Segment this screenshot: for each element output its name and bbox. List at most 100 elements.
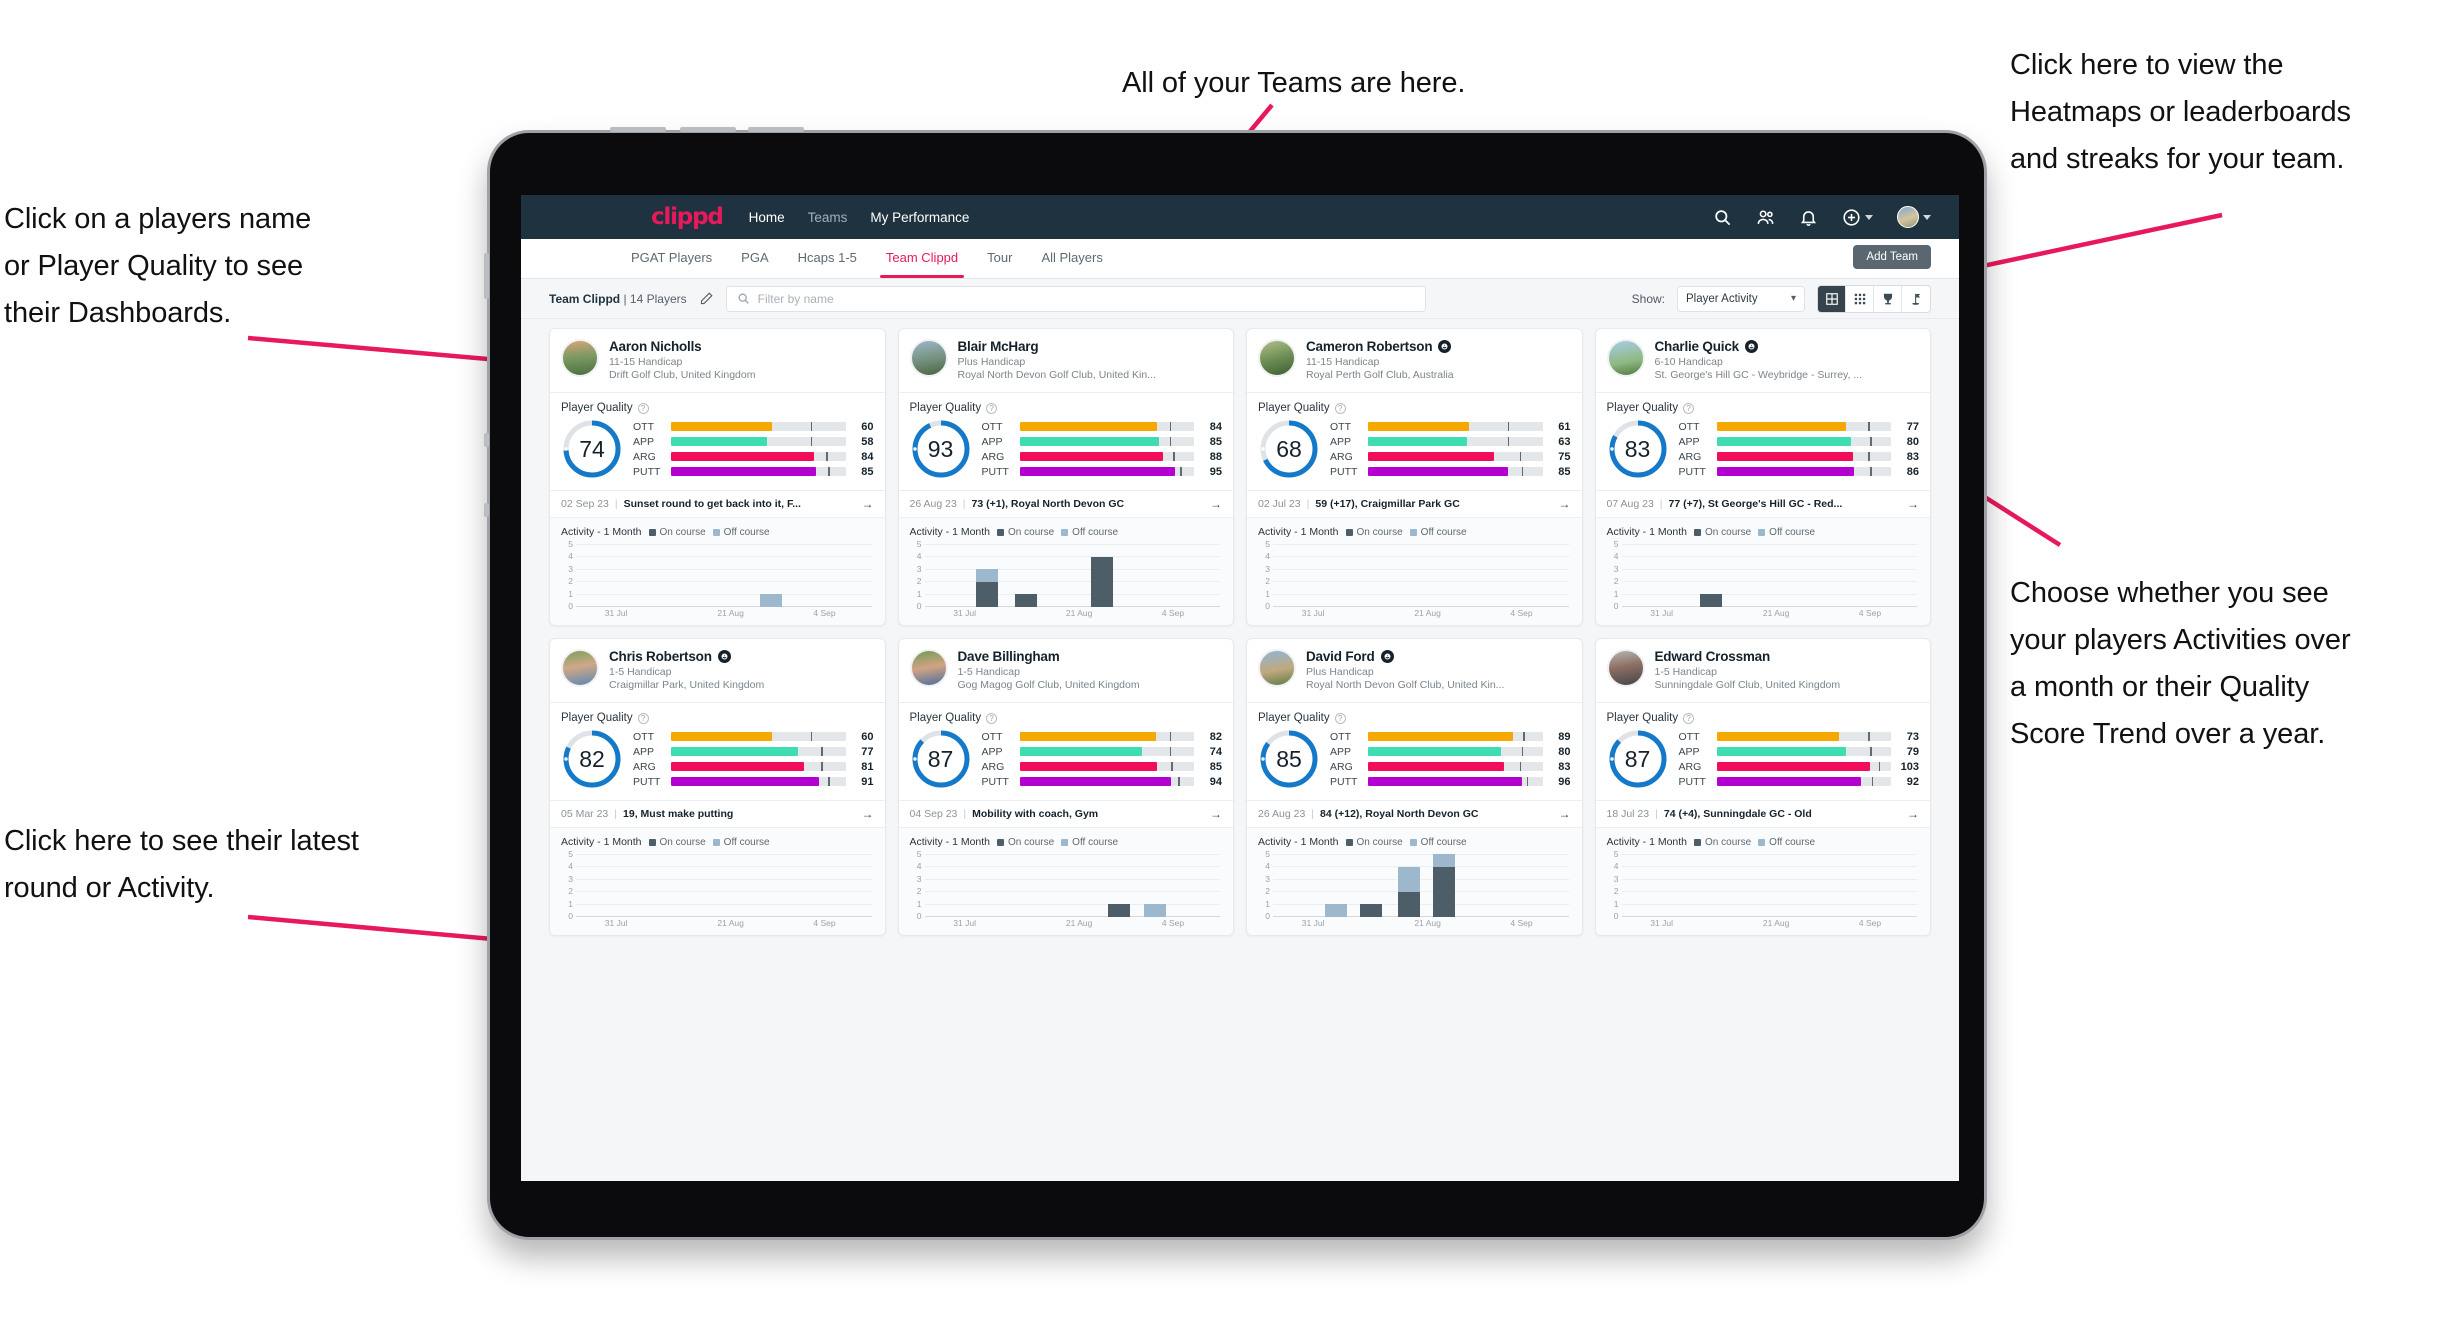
latest-activity-row[interactable]: 18 Jul 23 | 74 (+4), Sunningdale GC - Ol… (1595, 800, 1930, 827)
latest-activity-row[interactable]: 02 Jul 23 | 59 (+17), Craigmillar Park G… (1247, 490, 1582, 517)
player-name[interactable]: Cameron Robertson (1306, 339, 1433, 354)
avatar[interactable] (909, 339, 948, 377)
tab-hcaps-1-5[interactable]: Hcaps 1-5 (798, 250, 857, 267)
player-card[interactable]: Edward Crossman 1-5 Handicap Sunningdale… (1594, 638, 1931, 936)
clippd-logo[interactable]: clippd (651, 204, 724, 230)
player-header[interactable]: Blair McHarg Plus Handicap Royal North D… (899, 329, 1234, 392)
arrow-right-icon[interactable]: → (1899, 497, 1919, 511)
add-team-button[interactable]: Add Team (1853, 245, 1931, 269)
player-name-row[interactable]: David Ford (1306, 649, 1504, 664)
player-quality-section[interactable]: Player Quality ? 87 OTT 73 APP 79 ARG 10… (1595, 702, 1930, 800)
player-quality-section[interactable]: Player Quality ? 68 OTT 61 APP 63 ARG 75… (1247, 392, 1582, 490)
avatar[interactable] (909, 649, 948, 687)
player-card[interactable]: Blair McHarg Plus Handicap Royal North D… (897, 328, 1234, 626)
tab-tour[interactable]: Tour (987, 250, 1012, 267)
show-select[interactable]: Player Activity ▾ (1677, 285, 1805, 312)
player-name[interactable]: Blair McHarg (958, 339, 1039, 354)
latest-activity-row[interactable]: 26 Aug 23 | 84 (+12), Royal North Devon … (1247, 800, 1582, 827)
add-menu[interactable] (1842, 208, 1873, 227)
player-header[interactable]: Charlie Quick 6-10 Handicap St. George's… (1596, 329, 1931, 392)
player-header[interactable]: Dave Billingham 1-5 Handicap Gog Magog G… (899, 639, 1234, 702)
latest-activity-row[interactable]: 04 Sep 23 | Mobility with coach, Gym → (898, 800, 1233, 827)
help-icon[interactable]: ? (986, 712, 998, 724)
latest-activity-row[interactable]: 05 Mar 23 | 19, Must make putting → (550, 800, 885, 827)
plus-circle-icon[interactable] (1842, 208, 1861, 227)
arrow-right-icon[interactable]: → (854, 807, 874, 821)
help-icon[interactable]: ? (637, 402, 649, 414)
help-icon[interactable]: ? (1334, 712, 1346, 724)
people-icon[interactable] (1756, 208, 1775, 227)
tab-all-players[interactable]: All Players (1041, 250, 1102, 267)
player-name-row[interactable]: Edward Crossman (1655, 649, 1841, 664)
player-name-row[interactable]: Cameron Robertson (1306, 339, 1454, 354)
bell-icon[interactable] (1799, 208, 1818, 227)
player-header[interactable]: Cameron Robertson 11-15 Handicap Royal P… (1247, 329, 1582, 392)
player-name[interactable]: Edward Crossman (1655, 649, 1771, 664)
trophy-icon[interactable] (1874, 285, 1902, 312)
tab-pga[interactable]: PGA (741, 250, 768, 267)
player-card[interactable]: Chris Robertson 1-5 Handicap Craigmillar… (549, 638, 886, 936)
help-icon[interactable]: ? (1334, 402, 1346, 414)
help-icon[interactable]: ? (986, 402, 998, 414)
tab-team-clippd[interactable]: Team Clippd (879, 250, 965, 278)
player-quality-section[interactable]: Player Quality ? 74 OTT 60 APP 58 ARG 84… (550, 392, 885, 490)
player-name-row[interactable]: Chris Robertson (609, 649, 764, 664)
pencil-icon[interactable] (699, 291, 714, 306)
avatar[interactable] (1897, 206, 1919, 228)
grid-large-icon[interactable] (1818, 285, 1846, 312)
arrow-right-icon[interactable]: → (1202, 497, 1222, 511)
tab-pgat-players[interactable]: PGAT Players (631, 250, 712, 267)
player-name-row[interactable]: Blair McHarg (958, 339, 1156, 354)
golf-flag-icon[interactable] (1902, 286, 1930, 312)
chart-bar (976, 569, 999, 607)
player-name-row[interactable]: Aaron Nicholls (609, 339, 755, 354)
quality-score-value: 87 (1624, 745, 1651, 772)
player-header[interactable]: Chris Robertson 1-5 Handicap Craigmillar… (550, 639, 885, 702)
latest-activity-row[interactable]: 02 Sep 23 | Sunset round to get back int… (550, 490, 885, 517)
player-quality-section[interactable]: Player Quality ? 83 OTT 77 APP 80 ARG 83… (1595, 392, 1930, 490)
help-icon[interactable]: ? (1683, 402, 1695, 414)
player-name[interactable]: Chris Robertson (609, 649, 712, 664)
player-card[interactable]: Cameron Robertson 11-15 Handicap Royal P… (1246, 328, 1583, 626)
search-icon[interactable] (1713, 208, 1732, 227)
nav-link-home[interactable]: Home (749, 210, 785, 225)
player-card[interactable]: Charlie Quick 6-10 Handicap St. George's… (1594, 328, 1931, 626)
latest-activity-row[interactable]: 26 Aug 23 | 73 (+1), Royal North Devon G… (898, 490, 1233, 517)
player-name[interactable]: Charlie Quick (1655, 339, 1740, 354)
avatar[interactable] (561, 649, 599, 687)
grid-small-icon[interactable] (1846, 285, 1874, 312)
player-card[interactable]: Dave Billingham 1-5 Handicap Gog Magog G… (897, 638, 1234, 936)
avatar[interactable] (1606, 649, 1645, 687)
player-header[interactable]: David Ford Plus Handicap Royal North Dev… (1247, 639, 1582, 702)
player-header[interactable]: Aaron Nicholls 11-15 Handicap Drift Golf… (550, 329, 885, 392)
player-card[interactable]: David Ford Plus Handicap Royal North Dev… (1246, 638, 1583, 936)
player-quality-section[interactable]: Player Quality ? 93 OTT 84 APP 85 ARG 88… (898, 392, 1233, 490)
tablet-volume-button (610, 127, 666, 132)
player-quality-section[interactable]: Player Quality ? 87 OTT 82 APP 74 ARG 85… (898, 702, 1233, 800)
latest-activity-row[interactable]: 07 Aug 23 | 77 (+7), St George's Hill GC… (1595, 490, 1930, 517)
arrow-right-icon[interactable]: → (854, 497, 874, 511)
arrow-right-icon[interactable]: → (1551, 807, 1571, 821)
nav-link-teams[interactable]: Teams (808, 210, 848, 225)
player-name[interactable]: Aaron Nicholls (609, 339, 702, 354)
player-card[interactable]: Aaron Nicholls 11-15 Handicap Drift Golf… (549, 328, 886, 626)
player-name-row[interactable]: Dave Billingham (958, 649, 1140, 664)
avatar[interactable] (1606, 339, 1645, 377)
player-header[interactable]: Edward Crossman 1-5 Handicap Sunningdale… (1596, 639, 1931, 702)
search-input[interactable]: Filter by name (725, 285, 1426, 312)
profile-menu[interactable] (1897, 206, 1931, 228)
help-icon[interactable]: ? (1683, 712, 1695, 724)
arrow-right-icon[interactable]: → (1899, 807, 1919, 821)
player-quality-section[interactable]: Player Quality ? 85 OTT 89 APP 80 ARG 83… (1247, 702, 1582, 800)
arrow-right-icon[interactable]: → (1202, 807, 1222, 821)
avatar[interactable] (561, 339, 599, 377)
avatar[interactable] (1258, 339, 1296, 377)
player-name-row[interactable]: Charlie Quick (1655, 339, 1863, 354)
arrow-right-icon[interactable]: → (1551, 497, 1571, 511)
player-name[interactable]: David Ford (1306, 649, 1375, 664)
nav-link-my-performance[interactable]: My Performance (870, 210, 969, 225)
player-name[interactable]: Dave Billingham (958, 649, 1060, 664)
player-quality-section[interactable]: Player Quality ? 82 OTT 60 APP 77 ARG 81… (550, 702, 885, 800)
avatar[interactable] (1258, 649, 1296, 687)
help-icon[interactable]: ? (637, 712, 649, 724)
